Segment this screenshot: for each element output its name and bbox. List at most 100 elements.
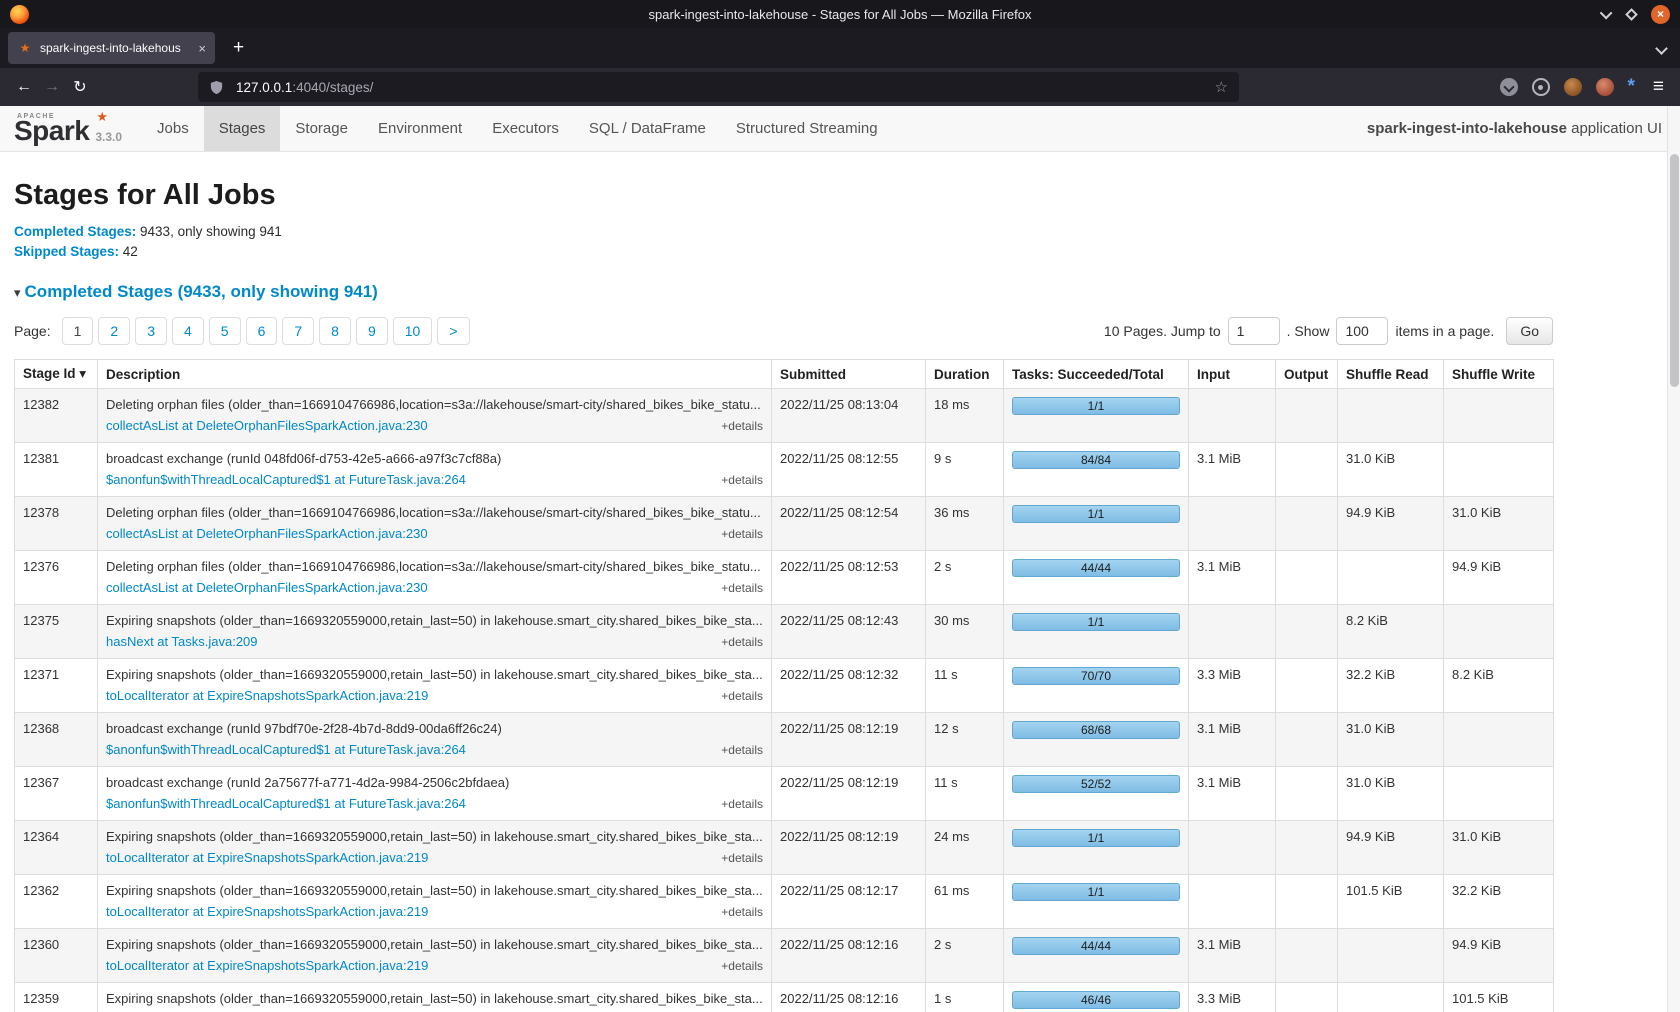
stage-callsite-link[interactable]: $anonfun$withThreadLocalCaptured$1 at Fu… xyxy=(106,796,466,811)
spark-nav-tab-structured-streaming[interactable]: Structured Streaming xyxy=(721,106,893,151)
task-progress-bar: 1/1 xyxy=(1012,829,1180,847)
stage-callsite-link[interactable]: toLocalIterator at ExpireSnapshotsSparkA… xyxy=(106,688,428,703)
extension-avatar-icon[interactable] xyxy=(1596,78,1614,96)
table-header-row: Stage Id ▾DescriptionSubmittedDurationTa… xyxy=(15,360,1554,389)
tracking-protection-shield-icon[interactable] xyxy=(209,80,224,95)
details-toggle[interactable]: +details xyxy=(721,635,763,650)
bookmark-star-icon[interactable]: ☆ xyxy=(1215,78,1228,96)
pagination-page-4[interactable]: 4 xyxy=(172,317,204,345)
save-to-pocket-icon[interactable] xyxy=(1500,78,1518,96)
scrollbar-thumb[interactable] xyxy=(1670,154,1679,387)
new-tab-button[interactable]: + xyxy=(227,37,250,59)
column-header-tasks-succeeded-total[interactable]: Tasks: Succeeded/Total xyxy=(1004,360,1189,389)
pagination-page-2[interactable]: 2 xyxy=(98,317,130,345)
snowflake-extension-icon[interactable]: * xyxy=(1628,78,1635,96)
column-header-input[interactable]: Input xyxy=(1189,360,1276,389)
navigation-toolbar: ← → ↻ 127.0.0.1:4040/stages/ ☆ * ≡ xyxy=(0,68,1680,106)
shuffle-write-cell xyxy=(1444,713,1554,767)
description-line2: collectAsList at DeleteOrphanFilesSparkA… xyxy=(106,580,763,596)
details-toggle[interactable]: +details xyxy=(721,959,763,974)
items-per-page-input[interactable] xyxy=(1336,317,1388,345)
pagination-page-5[interactable]: 5 xyxy=(209,317,241,345)
spark-nav-tab-storage[interactable]: Storage xyxy=(280,106,363,151)
stage-callsite-link[interactable]: $anonfun$withThreadLocalCaptured$1 at Fu… xyxy=(106,472,466,487)
stage-callsite-link[interactable]: toLocalIterator at ExpireSnapshotsSparkA… xyxy=(106,850,428,865)
spark-nav-tab-stages[interactable]: Stages xyxy=(204,106,281,151)
column-header-stage-id[interactable]: Stage Id ▾ xyxy=(15,360,98,389)
input-cell: 3.3 MiB xyxy=(1189,659,1276,713)
window-maximize-icon[interactable] xyxy=(1625,8,1638,21)
output-cell xyxy=(1276,605,1338,659)
details-toggle[interactable]: +details xyxy=(721,689,763,704)
submitted-cell: 2022/11/25 08:12:19 xyxy=(772,767,926,821)
pagination-page-7[interactable]: 7 xyxy=(282,317,314,345)
url-bar[interactable]: 127.0.0.1:4040/stages/ ☆ xyxy=(198,72,1239,102)
column-header-output[interactable]: Output xyxy=(1276,360,1338,389)
tasks-cell: 46/46 xyxy=(1004,983,1189,1012)
details-toggle[interactable]: +details xyxy=(721,419,763,434)
pagination-page-9[interactable]: 9 xyxy=(356,317,388,345)
output-cell xyxy=(1276,929,1338,983)
firefox-window: spark-ingest-into-lakehouse - Stages for… xyxy=(0,0,1680,1012)
details-toggle[interactable]: +details xyxy=(721,527,763,542)
task-progress-bar: 44/44 xyxy=(1012,559,1180,577)
stage-callsite-link[interactable]: toLocalIterator at ExpireSnapshotsSparkA… xyxy=(106,904,428,919)
description-cell: Deleting orphan files (older_than=166910… xyxy=(98,551,772,605)
spark-nav-tab-environment[interactable]: Environment xyxy=(363,106,477,151)
spark-nav-tab-executors[interactable]: Executors xyxy=(477,106,574,151)
submitted-cell: 2022/11/25 08:12:53 xyxy=(772,551,926,605)
details-toggle[interactable]: +details xyxy=(721,581,763,596)
go-button[interactable]: Go xyxy=(1506,317,1553,345)
column-header-shuffle-read[interactable]: Shuffle Read xyxy=(1338,360,1444,389)
tab-favicon-icon: ★ xyxy=(17,41,33,55)
tasks-cell: 1/1 xyxy=(1004,875,1189,929)
pagination-page-6[interactable]: 6 xyxy=(246,317,278,345)
spark-nav-tab-sql-dataframe[interactable]: SQL / DataFrame xyxy=(574,106,721,151)
task-progress-bar: 84/84 xyxy=(1012,451,1180,469)
stage-description: Expiring snapshots (older_than=166932055… xyxy=(106,829,763,845)
pagination-page-8[interactable]: 8 xyxy=(319,317,351,345)
tab-close-icon[interactable]: × xyxy=(198,41,206,56)
column-header-duration[interactable]: Duration xyxy=(926,360,1004,389)
spark-logo[interactable]: APACHE Spark ★ 3.3.0 xyxy=(14,106,122,151)
completed-stages-link[interactable]: Completed Stages: xyxy=(14,224,136,239)
forward-button[interactable]: → xyxy=(38,78,66,96)
completed-stages-section-header[interactable]: ▾Completed Stages (9433, only showing 94… xyxy=(14,282,1680,302)
shuffle-write-cell: 31.0 KiB xyxy=(1444,497,1554,551)
pagination-page-1[interactable]: 1 xyxy=(62,317,94,345)
table-row: 12368broadcast exchange (runId 97bdf70e-… xyxy=(15,713,1554,767)
output-cell xyxy=(1276,875,1338,929)
pagination-page-10[interactable]: 10 xyxy=(393,317,433,345)
spark-nav-tab-jobs[interactable]: Jobs xyxy=(142,106,204,151)
window-close-icon[interactable]: × xyxy=(1651,5,1670,24)
details-toggle[interactable]: +details xyxy=(721,743,763,758)
details-toggle[interactable]: +details xyxy=(721,905,763,920)
stage-callsite-link[interactable]: $anonfun$withThreadLocalCaptured$1 at Fu… xyxy=(106,742,466,757)
list-all-tabs-icon[interactable] xyxy=(1655,42,1668,55)
jump-to-page-input[interactable] xyxy=(1228,317,1280,345)
column-header-submitted[interactable]: Submitted xyxy=(772,360,926,389)
reload-button[interactable]: ↻ xyxy=(66,77,94,97)
pagination-row: Page: 12345678910> 10 Pages. Jump to . S… xyxy=(14,317,1553,345)
output-cell xyxy=(1276,821,1338,875)
stage-callsite-link[interactable]: hasNext at Tasks.java:209 xyxy=(106,634,258,649)
browser-tab[interactable]: ★ spark-ingest-into-lakehous × xyxy=(8,32,215,64)
window-shade-icon[interactable] xyxy=(1600,6,1613,19)
privacy-badger-extension-icon[interactable] xyxy=(1564,78,1582,96)
column-header-description[interactable]: Description xyxy=(98,360,772,389)
pages-info: 10 Pages. Jump to xyxy=(1104,323,1221,339)
stage-callsite-link[interactable]: collectAsList at DeleteOrphanFilesSparkA… xyxy=(106,418,428,433)
stage-callsite-link[interactable]: collectAsList at DeleteOrphanFilesSparkA… xyxy=(106,526,428,541)
back-button[interactable]: ← xyxy=(10,78,38,96)
column-header-shuffle-write[interactable]: Shuffle Write xyxy=(1444,360,1554,389)
pagination-page-3[interactable]: 3 xyxy=(135,317,167,345)
stage-callsite-link[interactable]: collectAsList at DeleteOrphanFilesSparkA… xyxy=(106,580,428,595)
skipped-stages-link[interactable]: Skipped Stages: xyxy=(14,244,119,259)
menu-button[interactable]: ≡ xyxy=(1653,76,1664,98)
details-toggle[interactable]: +details xyxy=(721,797,763,812)
details-toggle[interactable]: +details xyxy=(721,473,763,488)
details-toggle[interactable]: +details xyxy=(721,851,763,866)
account-icon[interactable] xyxy=(1532,78,1550,96)
pagination-next-button[interactable]: > xyxy=(437,317,469,345)
stage-callsite-link[interactable]: toLocalIterator at ExpireSnapshotsSparkA… xyxy=(106,958,428,973)
